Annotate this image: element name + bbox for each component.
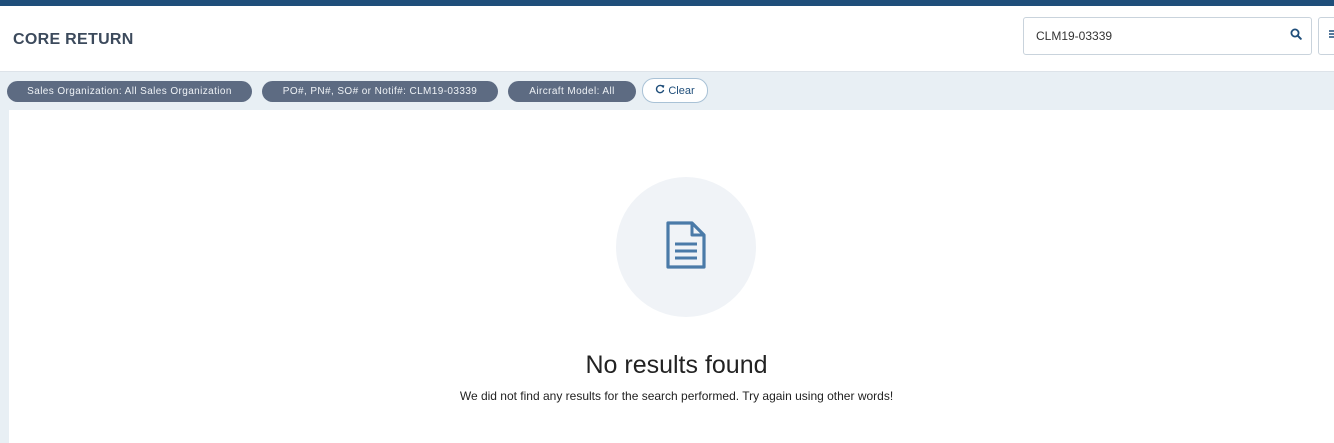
clear-filters-button[interactable]: Clear	[642, 78, 708, 103]
filter-sliders-icon	[1329, 27, 1334, 45]
filter-chip-sales-organization[interactable]: Sales Organization: All Sales Organizati…	[7, 81, 252, 102]
results-panel: No results found We did not find any res…	[9, 111, 1334, 443]
document-icon	[664, 220, 708, 275]
page-header: CORE RETURN	[0, 6, 1334, 72]
active-filters-bar: Sales Organization: All Sales Organizati…	[0, 72, 1334, 110]
empty-state-title: No results found	[585, 351, 768, 379]
search-input[interactable]	[1023, 17, 1281, 55]
search-icon	[1290, 27, 1302, 45]
filter-chip-search-term[interactable]: PO#, PN#, SO# or Notif#: CLM19-03339	[262, 81, 498, 102]
empty-state-illustration	[616, 177, 756, 317]
page-title: CORE RETURN	[13, 31, 134, 48]
filter-button[interactable]	[1318, 17, 1334, 55]
empty-state-message: We did not find any results for the sear…	[459, 389, 894, 403]
search-button[interactable]	[1280, 17, 1312, 55]
clear-filters-label: Clear	[668, 84, 695, 97]
refresh-icon	[655, 84, 665, 97]
filter-chip-aircraft-model[interactable]: Aircraft Model: All	[508, 81, 636, 102]
